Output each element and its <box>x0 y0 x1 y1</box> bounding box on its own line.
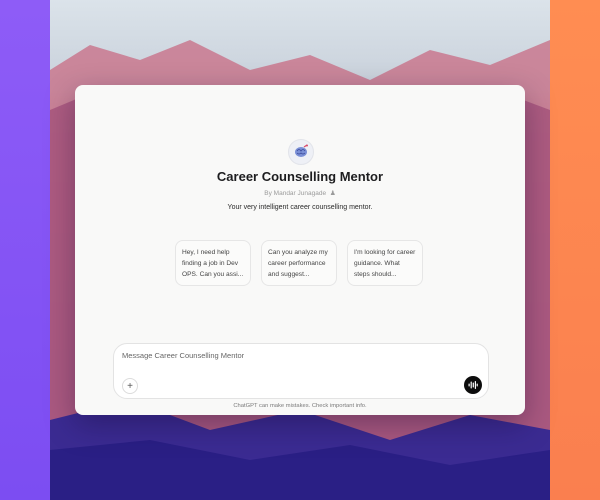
gpt-description: Your very intelligent career counselling… <box>227 204 373 211</box>
brain-icon <box>295 144 308 157</box>
right-border-gradient <box>550 0 600 500</box>
voice-mode-button[interactable] <box>464 376 482 394</box>
chatgpt-window: Career Counselling Mentor By Mandar Juna… <box>75 85 525 415</box>
attach-button[interactable]: + <box>122 378 138 394</box>
plus-icon: + <box>127 380 133 392</box>
author-name: By Mandar Junagade <box>264 190 327 197</box>
conversation-starter[interactable]: I'm looking for career guidance. What st… <box>347 240 423 286</box>
message-composer: + <box>113 343 489 399</box>
voice-waveform-icon <box>468 381 478 389</box>
gpt-avatar <box>288 139 314 165</box>
person-icon[interactable]: ♟ <box>330 190 336 197</box>
gpt-title: Career Counselling Mentor <box>216 169 384 184</box>
gpt-author: By Mandar Junagade ♟ <box>75 189 525 197</box>
disclaimer-text: ChatGPT can make mistakes. Check importa… <box>233 403 367 409</box>
left-border-gradient <box>0 0 50 500</box>
message-input[interactable] <box>122 351 422 360</box>
conversation-starter[interactable]: Can you analyze my career performance an… <box>261 240 337 286</box>
conversation-starter[interactable]: Hey, I need help finding a job in Dev OP… <box>175 240 251 286</box>
